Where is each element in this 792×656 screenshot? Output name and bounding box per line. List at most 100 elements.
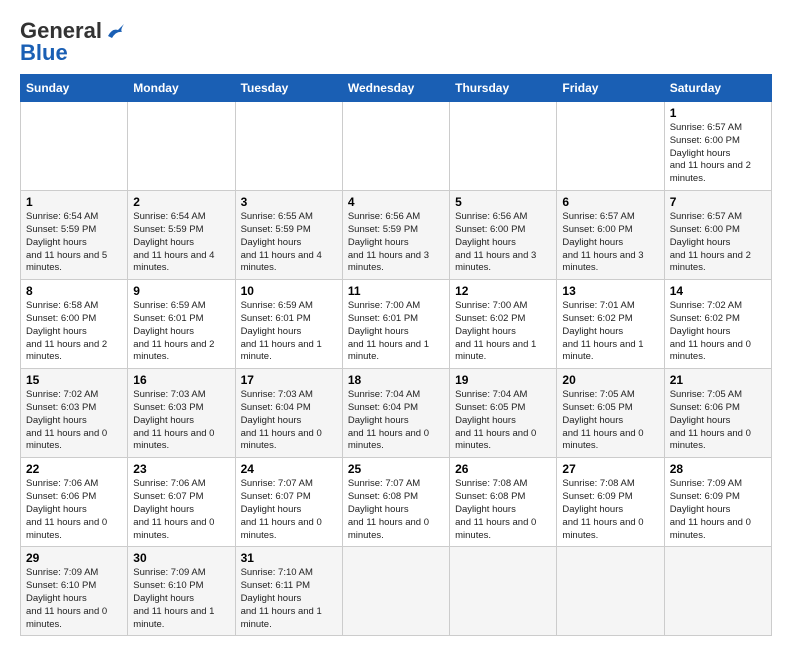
calendar-cell: 16 Sunrise: 7:03 AMSunset: 6:03 PMDaylig…	[128, 369, 235, 458]
day-info: Sunrise: 7:03 AMSunset: 6:04 PMDaylight …	[241, 389, 322, 451]
calendar-cell: 19 Sunrise: 7:04 AMSunset: 6:05 PMDaylig…	[450, 369, 557, 458]
calendar-cell: 10 Sunrise: 6:59 AMSunset: 6:01 PMDaylig…	[235, 280, 342, 369]
calendar-cell: 22 Sunrise: 7:06 AMSunset: 6:06 PMDaylig…	[21, 458, 128, 547]
day-number: 2	[133, 195, 229, 209]
calendar-week-row: 29 Sunrise: 7:09 AMSunset: 6:10 PMDaylig…	[21, 547, 772, 636]
calendar-col-sunday: Sunday	[21, 75, 128, 102]
day-number: 26	[455, 462, 551, 476]
calendar-cell: 1 Sunrise: 6:54 AMSunset: 5:59 PMDayligh…	[21, 191, 128, 280]
day-info: Sunrise: 7:06 AMSunset: 6:06 PMDaylight …	[26, 478, 107, 540]
calendar-cell: 7 Sunrise: 6:57 AMSunset: 6:00 PMDayligh…	[664, 191, 771, 280]
calendar-week-row: 1 Sunrise: 6:57 AMSunset: 6:00 PMDayligh…	[21, 102, 772, 191]
calendar-cell	[342, 102, 449, 191]
calendar-table: SundayMondayTuesdayWednesdayThursdayFrid…	[20, 74, 772, 636]
day-info: Sunrise: 7:02 AMSunset: 6:02 PMDaylight …	[670, 300, 751, 362]
page-header: General Blue	[20, 20, 772, 64]
day-number: 15	[26, 373, 122, 387]
day-number: 10	[241, 284, 337, 298]
day-number: 17	[241, 373, 337, 387]
calendar-cell	[450, 102, 557, 191]
day-number: 30	[133, 551, 229, 565]
day-number: 29	[26, 551, 122, 565]
day-info: Sunrise: 7:09 AMSunset: 6:10 PMDaylight …	[26, 567, 107, 629]
logo-blue: Blue	[20, 40, 68, 65]
day-number: 9	[133, 284, 229, 298]
day-number: 1	[670, 106, 766, 120]
day-info: Sunrise: 7:08 AMSunset: 6:09 PMDaylight …	[562, 478, 643, 540]
day-number: 25	[348, 462, 444, 476]
day-info: Sunrise: 7:04 AMSunset: 6:04 PMDaylight …	[348, 389, 429, 451]
calendar-cell: 6 Sunrise: 6:57 AMSunset: 6:00 PMDayligh…	[557, 191, 664, 280]
day-number: 14	[670, 284, 766, 298]
calendar-cell	[235, 102, 342, 191]
logo-bird-icon	[104, 22, 126, 44]
calendar-cell: 5 Sunrise: 6:56 AMSunset: 6:00 PMDayligh…	[450, 191, 557, 280]
calendar-col-saturday: Saturday	[664, 75, 771, 102]
calendar-col-tuesday: Tuesday	[235, 75, 342, 102]
calendar-cell: 4 Sunrise: 6:56 AMSunset: 5:59 PMDayligh…	[342, 191, 449, 280]
calendar-col-wednesday: Wednesday	[342, 75, 449, 102]
calendar-cell: 3 Sunrise: 6:55 AMSunset: 5:59 PMDayligh…	[235, 191, 342, 280]
day-info: Sunrise: 7:09 AMSunset: 6:10 PMDaylight …	[133, 567, 214, 629]
calendar-cell: 1 Sunrise: 6:57 AMSunset: 6:00 PMDayligh…	[664, 102, 771, 191]
day-number: 27	[562, 462, 658, 476]
day-number: 28	[670, 462, 766, 476]
calendar-week-row: 22 Sunrise: 7:06 AMSunset: 6:06 PMDaylig…	[21, 458, 772, 547]
day-info: Sunrise: 6:56 AMSunset: 6:00 PMDaylight …	[455, 211, 536, 273]
day-info: Sunrise: 7:05 AMSunset: 6:06 PMDaylight …	[670, 389, 751, 451]
calendar-week-row: 1 Sunrise: 6:54 AMSunset: 5:59 PMDayligh…	[21, 191, 772, 280]
day-info: Sunrise: 6:57 AMSunset: 6:00 PMDaylight …	[670, 211, 751, 273]
calendar-cell	[128, 102, 235, 191]
calendar-cell: 25 Sunrise: 7:07 AMSunset: 6:08 PMDaylig…	[342, 458, 449, 547]
day-info: Sunrise: 7:09 AMSunset: 6:09 PMDaylight …	[670, 478, 751, 540]
day-info: Sunrise: 7:08 AMSunset: 6:08 PMDaylight …	[455, 478, 536, 540]
day-number: 21	[670, 373, 766, 387]
calendar-cell: 14 Sunrise: 7:02 AMSunset: 6:02 PMDaylig…	[664, 280, 771, 369]
day-info: Sunrise: 6:57 AMSunset: 6:00 PMDaylight …	[670, 122, 751, 184]
calendar-col-monday: Monday	[128, 75, 235, 102]
day-number: 6	[562, 195, 658, 209]
calendar-cell: 31 Sunrise: 7:10 AMSunset: 6:11 PMDaylig…	[235, 547, 342, 636]
day-number: 24	[241, 462, 337, 476]
day-number: 5	[455, 195, 551, 209]
day-number: 22	[26, 462, 122, 476]
calendar-cell	[557, 547, 664, 636]
calendar-header-row: SundayMondayTuesdayWednesdayThursdayFrid…	[21, 75, 772, 102]
calendar-cell: 15 Sunrise: 7:02 AMSunset: 6:03 PMDaylig…	[21, 369, 128, 458]
day-info: Sunrise: 7:10 AMSunset: 6:11 PMDaylight …	[241, 567, 322, 629]
calendar-week-row: 8 Sunrise: 6:58 AMSunset: 6:00 PMDayligh…	[21, 280, 772, 369]
day-info: Sunrise: 6:54 AMSunset: 5:59 PMDaylight …	[26, 211, 107, 273]
day-info: Sunrise: 6:58 AMSunset: 6:00 PMDaylight …	[26, 300, 107, 362]
calendar-cell: 26 Sunrise: 7:08 AMSunset: 6:08 PMDaylig…	[450, 458, 557, 547]
day-number: 11	[348, 284, 444, 298]
calendar-cell: 13 Sunrise: 7:01 AMSunset: 6:02 PMDaylig…	[557, 280, 664, 369]
calendar-cell: 8 Sunrise: 6:58 AMSunset: 6:00 PMDayligh…	[21, 280, 128, 369]
day-number: 4	[348, 195, 444, 209]
day-number: 1	[26, 195, 122, 209]
day-info: Sunrise: 7:06 AMSunset: 6:07 PMDaylight …	[133, 478, 214, 540]
calendar-cell: 11 Sunrise: 7:00 AMSunset: 6:01 PMDaylig…	[342, 280, 449, 369]
day-number: 13	[562, 284, 658, 298]
day-info: Sunrise: 7:03 AMSunset: 6:03 PMDaylight …	[133, 389, 214, 451]
calendar-week-row: 15 Sunrise: 7:02 AMSunset: 6:03 PMDaylig…	[21, 369, 772, 458]
day-info: Sunrise: 7:07 AMSunset: 6:07 PMDaylight …	[241, 478, 322, 540]
calendar-cell: 29 Sunrise: 7:09 AMSunset: 6:10 PMDaylig…	[21, 547, 128, 636]
calendar-cell: 12 Sunrise: 7:00 AMSunset: 6:02 PMDaylig…	[450, 280, 557, 369]
day-number: 19	[455, 373, 551, 387]
calendar-cell	[664, 547, 771, 636]
day-number: 20	[562, 373, 658, 387]
day-info: Sunrise: 7:00 AMSunset: 6:01 PMDaylight …	[348, 300, 429, 362]
day-info: Sunrise: 7:05 AMSunset: 6:05 PMDaylight …	[562, 389, 643, 451]
calendar-cell: 24 Sunrise: 7:07 AMSunset: 6:07 PMDaylig…	[235, 458, 342, 547]
calendar-cell: 18 Sunrise: 7:04 AMSunset: 6:04 PMDaylig…	[342, 369, 449, 458]
day-info: Sunrise: 7:02 AMSunset: 6:03 PMDaylight …	[26, 389, 107, 451]
day-number: 7	[670, 195, 766, 209]
day-info: Sunrise: 6:55 AMSunset: 5:59 PMDaylight …	[241, 211, 322, 273]
calendar-cell	[557, 102, 664, 191]
day-info: Sunrise: 6:56 AMSunset: 5:59 PMDaylight …	[348, 211, 429, 273]
day-number: 3	[241, 195, 337, 209]
calendar-cell: 27 Sunrise: 7:08 AMSunset: 6:09 PMDaylig…	[557, 458, 664, 547]
calendar-cell: 17 Sunrise: 7:03 AMSunset: 6:04 PMDaylig…	[235, 369, 342, 458]
day-info: Sunrise: 6:59 AMSunset: 6:01 PMDaylight …	[133, 300, 214, 362]
calendar-cell: 28 Sunrise: 7:09 AMSunset: 6:09 PMDaylig…	[664, 458, 771, 547]
